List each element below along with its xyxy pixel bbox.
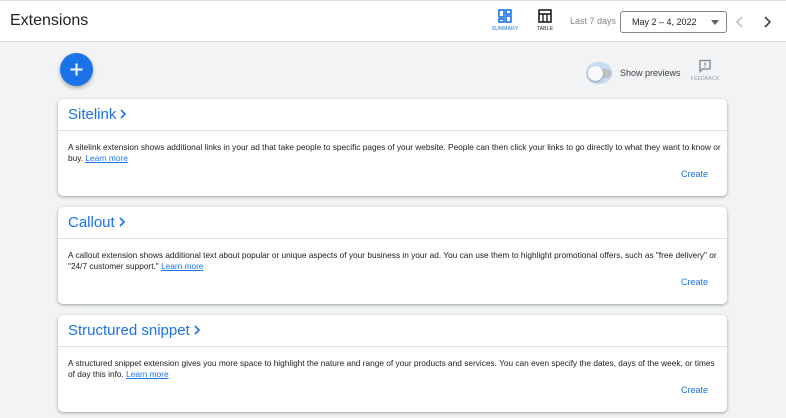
callout-title-link[interactable]: Callout [68,214,127,231]
card-description: A structured snippet extension gives you… [68,358,723,380]
dropdown-caret-icon [711,20,719,25]
date-range-select[interactable]: May 2 – 4, 2022 [620,11,727,33]
card-title-text: Sitelink [68,106,117,123]
chevron-right-icon [194,324,200,335]
next-period-button[interactable] [760,13,774,31]
summary-view-button[interactable]: SUMMARY [490,7,520,37]
previous-period-button[interactable] [733,13,747,31]
callout-card: Callout A callout extension shows additi… [58,207,727,304]
table-view-label: TABLE [536,26,554,32]
card-header: Sitelink [58,99,727,131]
toggle-knob [588,66,603,81]
sitelink-title-link[interactable]: Sitelink [68,106,128,123]
feedback-label: FEEDBACK [690,76,720,82]
show-previews-label: Show previews [620,68,681,78]
summary-view-icon [498,9,512,23]
structured-snippet-create-button[interactable]: Create [681,385,708,395]
card-title-text: Callout [68,214,115,231]
table-view-icon [538,9,552,23]
card-description-text: A sitelink extension shows additional li… [68,142,721,163]
learn-more-link[interactable]: Learn more [126,369,168,379]
chevron-left-icon [735,16,743,28]
learn-more-link[interactable]: Learn more [85,153,127,163]
card-header: Structured snippet [58,315,727,347]
sitelink-create-button[interactable]: Create [681,169,708,179]
top-header: Extensions SUMMARY TABLE Last 7 days May… [0,0,786,42]
summary-view-label: SUMMARY [491,26,519,32]
table-view-button[interactable]: TABLE [530,7,560,37]
chevron-right-icon [120,108,127,119]
show-previews-toggle[interactable] [586,62,614,84]
structured-snippet-card: Structured snippet A structured snippet … [58,315,727,412]
add-extension-button[interactable] [60,53,93,86]
chevron-right-icon [764,16,772,28]
date-range-value: May 2 – 4, 2022 [632,17,697,27]
learn-more-link[interactable]: Learn more [161,261,203,271]
callout-create-button[interactable]: Create [681,277,708,287]
structured-snippet-title-link[interactable]: Structured snippet [68,322,202,339]
date-range-label: Last 7 days [570,16,617,26]
feedback-icon [699,59,711,73]
plus-icon [70,63,83,76]
feedback-button[interactable]: FEEDBACK [689,59,721,89]
card-header: Callout [58,207,727,239]
sitelink-card: Sitelink A sitelink extension shows addi… [58,99,727,196]
page-title: Extensions [10,12,89,29]
card-description: A sitelink extension shows additional li… [68,142,723,164]
chevron-right-icon [119,216,125,227]
card-title-text: Structured snippet [68,322,190,339]
card-description: A callout extension shows additional tex… [68,250,723,272]
